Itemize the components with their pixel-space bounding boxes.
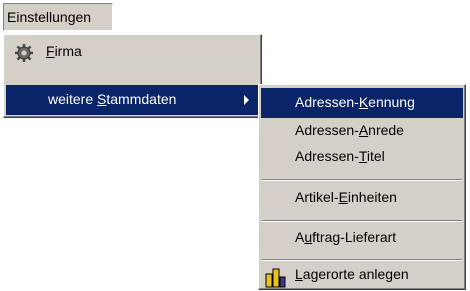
menu-item-firma-label: Firma <box>46 43 82 59</box>
chevron-right-icon <box>244 95 249 105</box>
menu-item-adressen-titel-label: Adressen-Titel <box>295 148 385 164</box>
menu-item-auftrag-lieferart[interactable]: Auftrag-Lieferart <box>261 225 463 253</box>
menu-item-lagerorte-anlegen-label: Lagerorte anlegen <box>295 266 409 282</box>
einstellungen-menu: Firma weitere Stammdaten <box>3 34 262 118</box>
menu-item-adressen-titel[interactable]: Adressen-Titel <box>261 144 463 172</box>
menu-item-artikel-einheiten-label: Artikel-Einheiten <box>295 189 397 205</box>
menu-item-weitere-stammdaten-label: weitere Stammdaten <box>48 91 177 107</box>
menu-separator <box>262 220 462 222</box>
menu-item-adressen-anrede-label: Adressen-Anrede <box>295 122 404 138</box>
gear-icon <box>15 44 33 62</box>
menu-item-weitere-stammdaten[interactable]: weitere Stammdaten <box>6 85 259 115</box>
weitere-stammdaten-submenu: Adressen-Kennung Adressen-Anrede Adresse… <box>258 84 466 290</box>
menubar-einstellungen-label: Einstellungen <box>7 9 92 25</box>
menubar-einstellungen[interactable]: Einstellungen <box>3 3 113 31</box>
menu-separator <box>262 259 462 261</box>
menu-item-adressen-kennung[interactable]: Adressen-Kennung <box>261 88 463 118</box>
storage-icon <box>265 268 286 288</box>
menu-item-adressen-kennung-label: Adressen-Kennung <box>295 94 415 110</box>
menu-item-lagerorte-anlegen[interactable]: Lagerorte anlegen <box>261 264 463 288</box>
menu-item-artikel-einheiten[interactable]: Artikel-Einheiten <box>261 185 463 213</box>
menu-item-auftrag-lieferart-label: Auftrag-Lieferart <box>295 229 397 245</box>
menu-separator <box>262 179 462 181</box>
menu-item-firma[interactable]: Firma <box>6 37 259 71</box>
menu-item-adressen-anrede[interactable]: Adressen-Anrede <box>261 118 463 144</box>
